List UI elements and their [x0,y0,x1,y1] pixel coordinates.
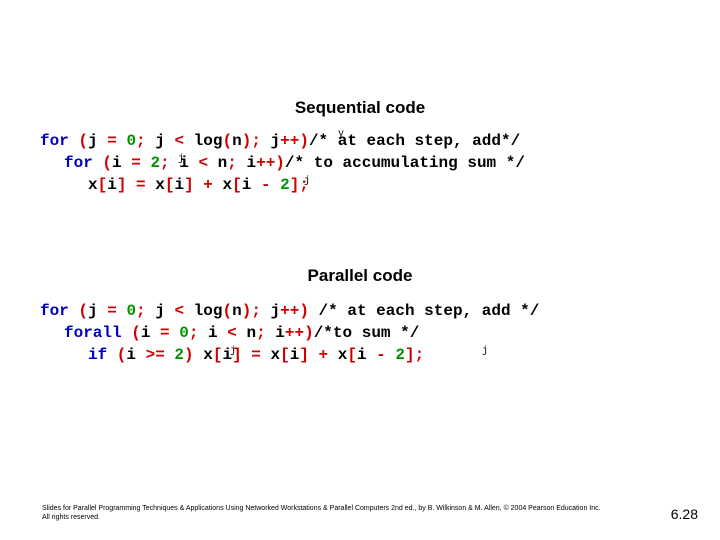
code-line: for (i = 2; i < n; i++)/* to accumulatin… [40,152,525,174]
parallel-code-block: for (j = 0; j < log(n); j++) /* at each … [40,300,539,366]
keyword-for: for [64,154,93,172]
code-line: for (j = 0; j < log(n); j++) /* at each … [40,300,539,322]
code-line: forall (i = 0; i < n; i++)/*to sum */ [40,322,539,344]
overlay-glyph: j [230,346,236,357]
overlay-glyph: j [178,154,184,165]
keyword-if: if [88,346,107,364]
code-line: if (i >= 2) x[i] = x[i] + x[i - 2]; [40,344,539,366]
code-line: x[i] = x[i] + x[i - 2]; [40,174,525,196]
sequential-code-block: for (j = 0; j < log(n); j++)/* at each s… [40,130,525,196]
comment: /*to sum */ [314,324,420,342]
slide: Sequential code for (j = 0; j < log(n); … [0,0,720,540]
footer-credit: Slides for Parallel Programming Techniqu… [42,504,602,522]
overlay-glyph: j [304,176,310,187]
comment: /* at each step, add */ [319,302,540,320]
comment: /* to accumulating sum */ [285,154,525,172]
overlay-glyph: y [338,129,344,140]
heading-parallel: Parallel code [0,266,720,286]
page-number: 6.28 [671,506,698,522]
keyword-for: for [40,302,69,320]
code-line: for (j = 0; j < log(n); j++)/* at each s… [40,130,525,152]
heading-sequential: Sequential code [0,98,720,118]
overlay-glyph: j [482,346,488,357]
keyword-for: for [40,132,69,150]
keyword-forall: forall [64,324,122,342]
